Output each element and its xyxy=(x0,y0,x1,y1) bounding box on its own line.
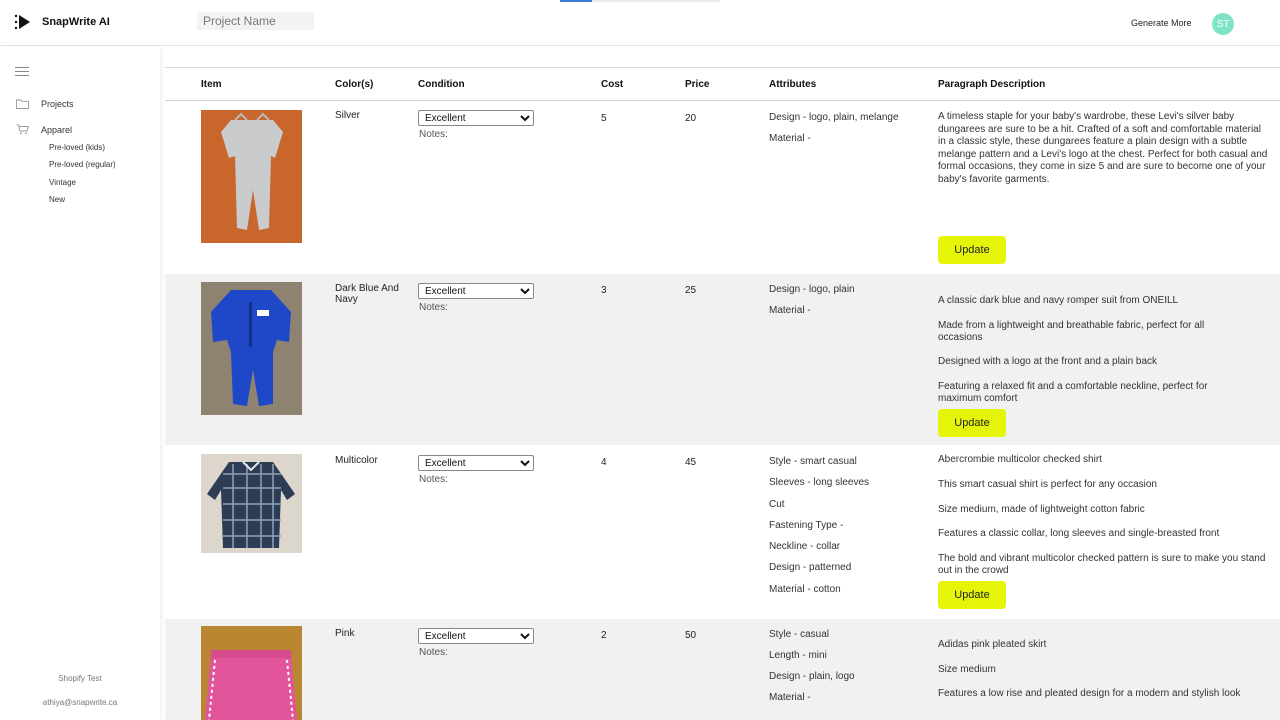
sidebar-subitem-vintage[interactable]: Vintage xyxy=(49,178,76,187)
color-value: Silver xyxy=(335,110,361,121)
sidebar-item-label: Apparel xyxy=(41,124,73,135)
product-image-pink-skirt[interactable] xyxy=(201,626,302,720)
product-image-romper-silver[interactable] xyxy=(201,110,302,243)
update-button[interactable]: Update xyxy=(938,409,1006,437)
notes-label: Notes: xyxy=(419,129,448,140)
attribute-material: Material - xyxy=(769,133,811,144)
attribute-material: Material - xyxy=(769,692,811,703)
description-line: Designed with a logo at the front and a … xyxy=(938,356,1158,367)
attribute-material: Material - xyxy=(769,305,811,316)
play-logo-icon xyxy=(14,13,32,31)
column-header-colors: Color(s) xyxy=(335,79,374,90)
sidebar-item-projects[interactable]: Projects xyxy=(16,99,74,109)
top-progress-fill xyxy=(560,0,592,2)
table-header: Item Color(s) Condition Cost Price Attri… xyxy=(165,67,1280,101)
condition-select[interactable]: Excellent xyxy=(418,455,534,471)
main-content: Item Color(s) Condition Cost Price Attri… xyxy=(165,47,1280,720)
condition-select[interactable]: Excellent xyxy=(418,628,534,644)
store-name: Shopify Test xyxy=(58,674,102,683)
description-line: This smart casual shirt is perfect for a… xyxy=(938,479,1157,490)
price-value: 50 xyxy=(685,630,697,641)
condition-select[interactable]: Excellent xyxy=(418,283,534,299)
color-value: Pink xyxy=(335,628,355,639)
price-value: 45 xyxy=(685,457,697,468)
user-email: athiya@snapwrite.ca xyxy=(42,698,118,707)
paragraph-description[interactable]: A timeless staple for your baby's wardro… xyxy=(938,111,1268,186)
sidebar-subitem-preloved-regular[interactable]: Pre-loved (regular) xyxy=(49,160,116,169)
menu-icon[interactable] xyxy=(15,67,29,77)
description-line: Abercrombie multicolor checked shirt xyxy=(938,454,1102,465)
column-header-attributes: Attributes xyxy=(769,79,817,90)
table-row: Multicolor Excellent Notes: 4 45 Style -… xyxy=(165,446,1280,618)
folder-icon xyxy=(16,99,29,109)
cost-value: 4 xyxy=(601,457,607,468)
sidebar-subitem-preloved-kids[interactable]: Pre-loved (kids) xyxy=(49,143,105,152)
notes-label: Notes: xyxy=(419,302,448,313)
condition-select[interactable]: Excellent xyxy=(418,110,534,126)
cart-icon xyxy=(16,124,29,135)
description-line: Featuring a relaxed fit and a comfortabl… xyxy=(938,381,1208,404)
cost-value: 2 xyxy=(601,630,607,641)
attribute-design: Design - logo, plain xyxy=(769,284,855,295)
price-value: 20 xyxy=(685,113,697,124)
sidebar-subitem-new[interactable]: New xyxy=(49,195,65,204)
notes-label: Notes: xyxy=(419,647,448,658)
description-line: A classic dark blue and navy romper suit… xyxy=(938,295,1179,306)
avatar[interactable]: ST xyxy=(1212,13,1234,35)
attribute-design: Design - plain, logo xyxy=(769,671,855,682)
sidebar-item-label: Projects xyxy=(41,99,74,109)
update-button[interactable]: Update xyxy=(938,236,1006,264)
cost-value: 5 xyxy=(601,113,607,124)
notes-label: Notes: xyxy=(419,474,448,485)
price-value: 25 xyxy=(685,285,697,296)
column-header-item: Item xyxy=(201,79,222,90)
table-row: Pink Excellent Notes: 2 50 Style - casua… xyxy=(165,619,1280,720)
update-button[interactable]: Update xyxy=(938,581,1006,609)
project-name-input[interactable] xyxy=(197,12,314,30)
brand[interactable]: SnapWrite AI xyxy=(14,13,110,31)
product-image-checked-shirt[interactable] xyxy=(201,454,302,553)
color-value: Dark Blue And Navy xyxy=(335,283,399,305)
column-header-condition: Condition xyxy=(418,79,465,90)
attribute-neckline: Neckline - collar xyxy=(769,541,841,552)
column-header-cost: Cost xyxy=(601,79,624,90)
description-line: Made from a lightweight and breathable f… xyxy=(938,320,1205,343)
product-image-romper-blue[interactable] xyxy=(201,282,302,415)
attribute-length: Length - mini xyxy=(769,650,827,661)
sidebar: Projects Apparel Pre-loved (kids) Pre-lo… xyxy=(0,47,160,720)
attribute-material: Material - cotton xyxy=(769,584,841,595)
color-value: Multicolor xyxy=(335,455,378,466)
description-line: The bold and vibrant multicolor checked … xyxy=(938,553,1266,576)
description-line: Features a low rise and pleated design f… xyxy=(938,688,1241,699)
table-row: Silver Excellent Notes: 5 20 Design - lo… xyxy=(165,102,1280,273)
attribute-design: Design - patterned xyxy=(769,562,852,573)
description-line: Size medium, made of lightweight cotton … xyxy=(938,504,1145,515)
attribute-style: Style - casual xyxy=(769,629,830,640)
table-row: Dark Blue And Navy Excellent Notes: 3 25… xyxy=(165,274,1280,445)
generate-more-button[interactable]: Generate More xyxy=(1131,18,1192,28)
attribute-design: Design - logo, plain, melange xyxy=(769,112,899,123)
attribute-cut: Cut xyxy=(769,499,785,510)
description-line: Features a classic collar, long sleeves … xyxy=(938,528,1220,539)
attribute-style: Style - smart casual xyxy=(769,456,857,467)
brand-name: SnapWrite AI xyxy=(42,16,110,28)
attribute-sleeves: Sleeves - long sleeves xyxy=(769,477,870,488)
description-line: Size medium xyxy=(938,664,996,675)
top-progress-bar xyxy=(560,0,720,2)
column-header-price: Price xyxy=(685,79,710,90)
top-bar: SnapWrite AI Generate More ST xyxy=(0,0,1280,46)
cost-value: 3 xyxy=(601,285,607,296)
sidebar-item-apparel[interactable]: Apparel xyxy=(16,124,72,135)
column-header-description: Paragraph Description xyxy=(938,79,1046,90)
description-line: Adidas pink pleated skirt xyxy=(938,639,1047,650)
attribute-fastening: Fastening Type - xyxy=(769,520,844,531)
